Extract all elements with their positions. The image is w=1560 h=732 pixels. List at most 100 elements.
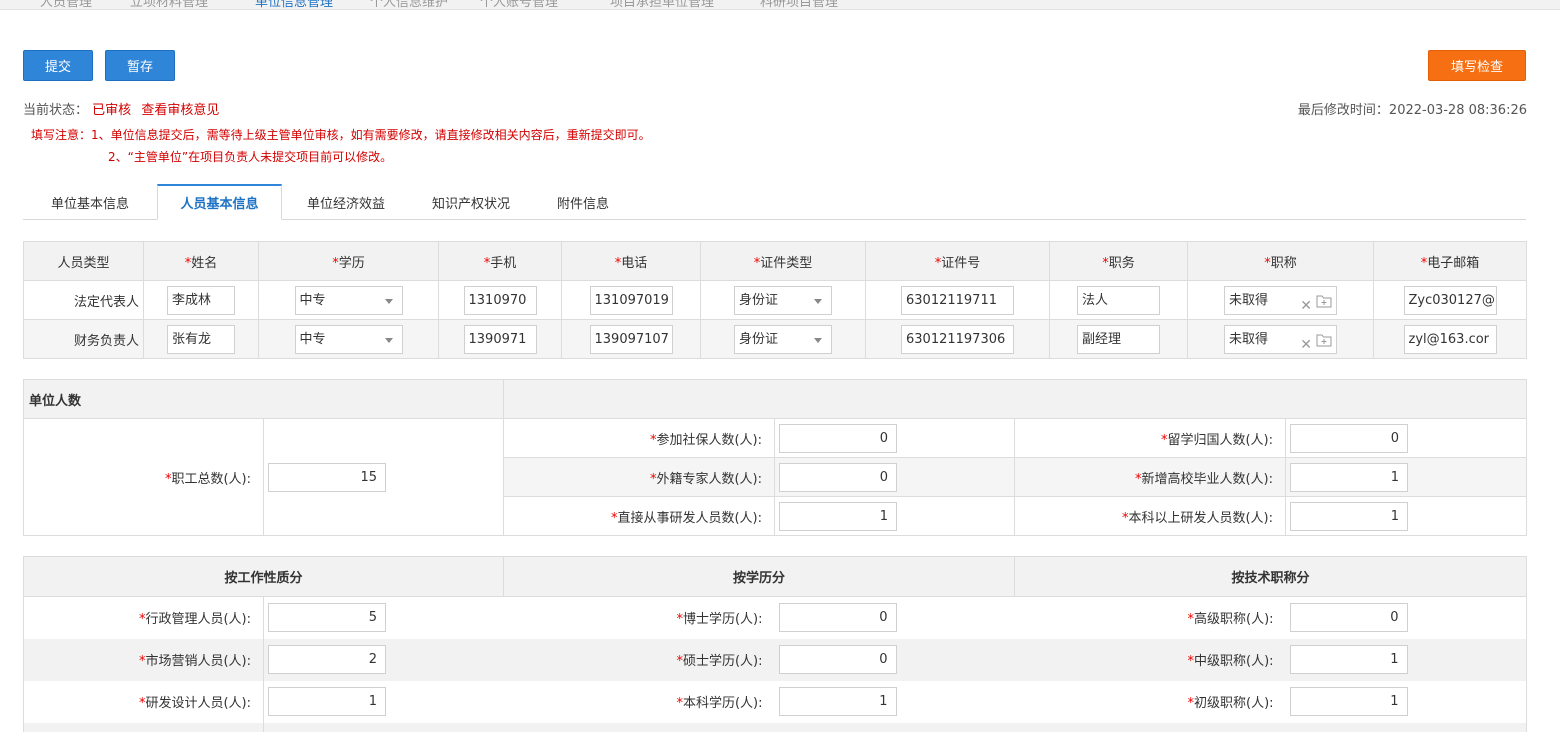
col-header-id-type: *证件类型	[700, 241, 866, 281]
marketing-staff-input[interactable]: 2	[268, 645, 386, 674]
mid-title-label: *中级职称(人):	[1014, 638, 1286, 681]
id-type-select[interactable]: 身份证	[734, 285, 832, 315]
person-type: 法定代表人	[23, 280, 144, 320]
tab-economic[interactable]: 单位经济效益	[282, 184, 410, 220]
top-nav-item[interactable]: 人员管理	[40, 0, 92, 9]
clear-icon[interactable]: ✕	[1300, 332, 1312, 353]
chevron-down-icon	[814, 337, 822, 343]
total-staff-label: *职工总数(人):	[23, 418, 264, 536]
save-draft-button[interactable]: 暂存	[105, 50, 175, 81]
top-nav-item[interactable]: 科研项目管理	[760, 0, 838, 9]
title-picker[interactable]: 未取得 ✕	[1224, 324, 1337, 354]
admin-staff-input[interactable]: 5	[268, 603, 386, 633]
top-nav-item[interactable]: 个人信息维护	[370, 0, 448, 9]
admin-staff-label: *行政管理人员(人):	[23, 596, 264, 639]
staff-distribution-table: 按工作性质分 按学历分 按技术职称分 *行政管理人员(人): 5 *博士学历(人…	[22, 556, 1528, 732]
col-header-title: *职称	[1187, 241, 1374, 281]
title-picker[interactable]: 未取得 ✕	[1224, 285, 1337, 315]
col-header-name: *姓名	[143, 241, 259, 281]
col-header-id-number: *证件号	[865, 241, 1050, 281]
top-nav-item[interactable]: 项目承担单位管理	[610, 0, 714, 9]
rd-design-staff-input[interactable]: 1	[268, 687, 386, 716]
col-header-type: 人员类型	[23, 241, 144, 281]
name-input[interactable]: 李成林	[167, 285, 235, 315]
phd-input[interactable]: 0	[778, 603, 897, 633]
last-modified: 最后修改时间：2022-03-28 08:36:26	[1298, 99, 1527, 118]
mobile-input[interactable]: 1390971	[463, 324, 537, 354]
submit-button[interactable]: 提交	[23, 50, 93, 81]
position-input[interactable]: 副经理	[1077, 324, 1160, 354]
rd-staff-label: *直接从事研发人员数(人):	[503, 496, 776, 536]
by-work-nature-header: 按工作性质分	[22, 556, 505, 597]
last-modified-label: 最后修改时间：	[1297, 103, 1389, 118]
clear-icon[interactable]: ✕	[1300, 293, 1312, 314]
senior-title-label: *高级职称(人):	[1187, 612, 1274, 628]
social-insurance-input[interactable]: 0	[779, 423, 898, 453]
master-input[interactable]: 0	[778, 645, 897, 674]
chevron-down-icon	[384, 337, 393, 343]
new-graduate-input[interactable]: 1	[1290, 462, 1409, 492]
folder-icon[interactable]	[1316, 333, 1332, 347]
top-nav-item[interactable]: 个人账号管理	[480, 0, 558, 9]
chevron-down-icon	[814, 298, 822, 304]
education-select[interactable]: 中专	[294, 285, 403, 315]
mobile-input[interactable]: 1310970	[463, 285, 537, 315]
id-type-select[interactable]: 身份证	[734, 324, 832, 354]
foreign-expert-input[interactable]: 0	[779, 462, 898, 492]
phone-input[interactable]: 139097107	[589, 324, 673, 354]
position-input[interactable]: 法人	[1077, 285, 1160, 315]
folder-icon[interactable]	[1316, 294, 1332, 308]
bachelor-rd-label: *本科以上研发人员数(人):	[1014, 496, 1287, 536]
name-input[interactable]: 张有龙	[167, 324, 235, 354]
rd-staff-input[interactable]: 1	[779, 501, 898, 531]
foreign-expert-label: *外籍专家人数(人):	[503, 457, 776, 497]
bachelor-rd-input[interactable]: 1	[1290, 501, 1409, 531]
by-education-header: 按学历分	[503, 556, 1016, 597]
col-header-education: *学历	[258, 241, 439, 281]
staff-table-header: 人员类型 *姓名 *学历 *手机 *电话 *证件类型 *证件号 *职务 *职称 …	[23, 241, 1527, 281]
email-input[interactable]: Zyc030127@	[1403, 285, 1497, 315]
col-header-mobile: *手机	[438, 241, 562, 281]
id-number-input[interactable]: 63012119711	[901, 285, 1014, 315]
junior-title-input[interactable]: 1	[1289, 687, 1408, 716]
notice-line-1: 填写注意：1、单位信息提交后，需等待上级主管单位审核，如有需要修改，请直接修改相…	[31, 128, 651, 142]
returnee-label: *留学归国人数(人):	[1014, 418, 1287, 458]
tab-bar: 单位基本信息 人员基本信息 单位经济效益 知识产权状况 附件信息	[23, 184, 1526, 220]
tab-ip-status[interactable]: 知识产权状况	[410, 184, 532, 220]
id-number-input[interactable]: 630121197306	[901, 324, 1014, 354]
chevron-down-icon	[384, 298, 393, 304]
total-staff-input[interactable]: 15	[268, 462, 386, 492]
bachelor-input[interactable]: 1	[778, 687, 897, 716]
tab-attachments[interactable]: 附件信息	[532, 184, 634, 220]
by-tech-title-header: 按技术职称分	[1014, 556, 1528, 597]
status-label: 当前状态：	[23, 103, 89, 118]
phd-label: *博士学历(人):	[676, 612, 763, 628]
junior-title-label: *初级职称(人):	[1187, 696, 1274, 711]
returnee-input[interactable]: 0	[1290, 423, 1409, 453]
senior-title-input[interactable]: 0	[1289, 603, 1408, 633]
staff-table: 人员类型 *姓名 *学历 *手机 *电话 *证件类型 *证件号 *职务 *职称 …	[23, 241, 1527, 359]
education-select[interactable]: 中专	[294, 324, 403, 354]
person-type: 财务负责人	[23, 319, 144, 359]
marketing-staff-label: *市场营销人员(人):	[23, 638, 264, 681]
mid-title-input[interactable]: 1	[1289, 645, 1408, 674]
master-label: *硕士学历(人):	[503, 638, 775, 681]
unit-count-header: 单位人数	[22, 379, 505, 419]
phone-input[interactable]: 131097019	[589, 285, 673, 315]
last-modified-value: 2022-03-28 08:36:26	[1388, 103, 1527, 118]
table-row: 法定代表人 李成林 中专 1310970 131097019 身份证 63012…	[23, 280, 1527, 320]
col-header-phone: *电话	[561, 241, 701, 281]
table-row: 财务负责人 张有龙 中专 1390971 139097107 身份证 63012…	[23, 319, 1527, 359]
col-header-position: *职务	[1049, 241, 1188, 281]
unit-count-table: 单位人数 *职工总数(人): 15 *参加社保人数(人): 0 *留学归国人数(…	[22, 379, 1528, 536]
top-nav-item[interactable]: 立项材料管理	[130, 0, 208, 9]
email-input[interactable]: zyl@163.cor	[1403, 324, 1497, 354]
status-line: 当前状态： 已审核 查看审核意见	[23, 99, 219, 118]
tab-staff-basic[interactable]: 人员基本信息	[157, 184, 282, 220]
view-review-link[interactable]: 查看审核意见	[141, 103, 219, 118]
fill-check-button[interactable]: 填写检查	[1428, 50, 1526, 81]
rd-design-staff-label: *研发设计人员(人):	[23, 680, 264, 723]
top-nav-item-active[interactable]: 单位信息管理	[255, 0, 333, 9]
tab-unit-basic[interactable]: 单位基本信息	[23, 184, 157, 220]
top-nav: 人员管理 立项材料管理 单位信息管理 个人信息维护 个人账号管理 项目承担单位管…	[0, 0, 1560, 10]
